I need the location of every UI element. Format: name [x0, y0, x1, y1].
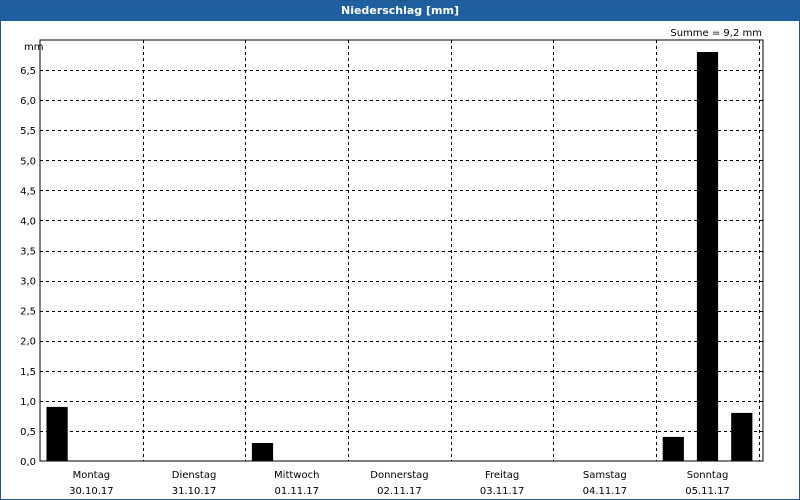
x-tick-day-name: Samstag	[583, 470, 627, 481]
y-tick-label: 5,5	[20, 126, 36, 137]
plot-area-border	[39, 39, 764, 462]
sum-annotation: Summe = 9,2 mm	[670, 28, 762, 39]
x-tick-date: 01.11.17	[274, 486, 319, 497]
y-tick-label: 5,0	[20, 156, 36, 167]
bar	[731, 412, 753, 461]
y-tick-label: 6,5	[20, 66, 36, 77]
bar	[662, 436, 684, 461]
x-tick-date: 30.10.17	[69, 486, 114, 497]
y-tick-label: 2,5	[20, 307, 36, 318]
x-tick-day-name: Dienstag	[172, 470, 217, 481]
grid-lines	[40, 40, 763, 461]
y-tick-label: 4,5	[20, 186, 36, 197]
x-tick-day-name: Montag	[73, 470, 110, 481]
x-tick-labels: Montag 30.10.17 Dienstag 31.10.17 Mittwoch 01…	[69, 470, 730, 497]
bar	[46, 406, 68, 461]
y-tick-label: 3,0	[20, 277, 36, 288]
y-tick-label: 4,0	[20, 216, 36, 227]
bars	[46, 52, 753, 461]
y-axis-unit-label: mm	[24, 42, 43, 53]
y-tick-label: 1,0	[20, 397, 36, 408]
bar	[696, 52, 719, 461]
x-tick-date: 31.10.17	[172, 486, 217, 497]
y-tick-label: 0,5	[20, 427, 36, 438]
y-tick-label: 3,5	[20, 247, 36, 258]
y-tick-label: 1,5	[20, 367, 36, 378]
y-tick-labels: 0,0 0,5 1,0 1,5 2,0 2,5 3,0 3,5 4,0 4,5 5,0 5,5 6,0 6…	[20, 66, 36, 468]
y-tick-label: 2,0	[20, 337, 36, 348]
x-tick-day-name: Freitag	[485, 470, 519, 481]
x-tick-day-name: Mittwoch	[274, 470, 319, 481]
bar	[251, 443, 274, 461]
bar-chart: mm Summe = 9,2 mm 0,0 0,5 1,0 1,5 2,0 2,5 3,0 3…	[20, 28, 764, 497]
x-tick-day-name: Sonntag	[687, 470, 729, 481]
x-tick-date: 05.11.17	[685, 486, 730, 497]
x-tick-date: 03.11.17	[480, 486, 525, 497]
x-tick-day-name: Donnerstag	[370, 470, 428, 481]
y-tick-label: 6,0	[20, 96, 36, 107]
x-tick-date: 02.11.17	[377, 486, 422, 497]
x-tick-date: 04.11.17	[583, 486, 628, 497]
y-tick-label: 0,0	[20, 457, 36, 468]
